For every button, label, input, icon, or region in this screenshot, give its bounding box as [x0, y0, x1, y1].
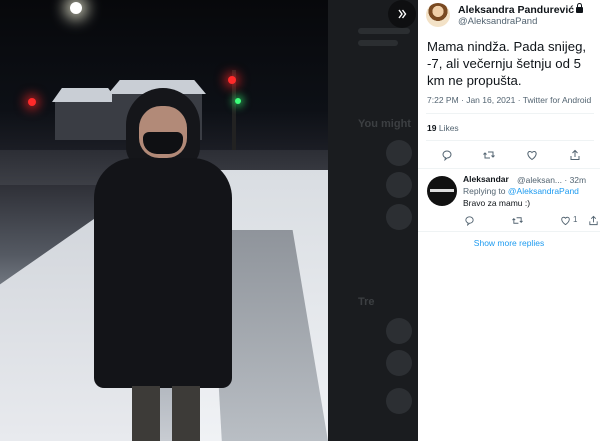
- tweet-author[interactable]: Aleksandra Pandurević @AleksandraPand: [426, 3, 596, 29]
- author-name-text: Aleksandra Pandurević: [458, 4, 575, 16]
- reply-author-handle[interactable]: @aleksan... · 32m: [517, 175, 586, 185]
- traffic-light-red: [228, 76, 236, 84]
- reply-like-button[interactable]: [559, 214, 571, 226]
- retweet-icon: [483, 151, 495, 159]
- tweet-actions: [436, 148, 586, 162]
- ghost-line: [358, 28, 410, 34]
- reply-text: Bravo za mamu :): [463, 198, 531, 208]
- ghost-avatar: [386, 204, 412, 230]
- reply-reply-button[interactable]: [463, 214, 475, 226]
- likes-count[interactable]: 19 Likes: [427, 123, 459, 133]
- share-icon: [588, 215, 598, 225]
- street-lamp: [70, 2, 82, 14]
- replying-prefix: Replying to: [463, 186, 506, 196]
- tweet-timestamp[interactable]: 7:22 PM · Jan 16, 2021 · Twitter for And…: [427, 95, 591, 105]
- likes-label: Likes: [438, 123, 459, 133]
- reply-tweet[interactable]: Aleksandar @aleksan... · 32m Replying to…: [418, 168, 600, 232]
- reply-actions: 1: [463, 214, 598, 226]
- tweet-text: Mama nindža. Pada snijeg, -7, ali večern…: [427, 39, 587, 88]
- ghost-avatar: [386, 350, 412, 376]
- traffic-light-red: [28, 98, 36, 106]
- divider: [426, 140, 594, 141]
- divider: [426, 113, 594, 114]
- next-image-button[interactable]: [388, 0, 416, 28]
- reply-share-button[interactable]: [587, 214, 599, 226]
- coat: [94, 158, 232, 388]
- ghost-sidebar-title: You might: [358, 118, 411, 130]
- reply-icon: [464, 215, 474, 226]
- person-in-winter-coat: [88, 88, 238, 441]
- boot: [172, 386, 200, 441]
- face-mask: [143, 132, 183, 154]
- author-name[interactable]: Aleksandra Pandurević: [458, 3, 584, 16]
- ghost-avatar: [386, 140, 412, 166]
- like-icon: [560, 216, 570, 225]
- like-button[interactable]: [525, 148, 539, 162]
- show-more-replies-link[interactable]: Show more replies: [418, 238, 600, 248]
- chevron-right-icon: [398, 9, 407, 19]
- retweet-button[interactable]: [482, 148, 496, 162]
- likes-number: 19: [427, 123, 437, 133]
- replying-to-mention[interactable]: @AleksandraPand: [508, 186, 579, 196]
- reply-button[interactable]: [440, 148, 454, 162]
- ghost-avatar: [386, 388, 412, 414]
- tweet-detail-panel: Aleksandra Pandurević @AleksandraPand Ma…: [418, 0, 600, 441]
- share-icon: [570, 149, 580, 160]
- lock-icon: [576, 3, 584, 13]
- ghost-avatar: [386, 172, 412, 198]
- dimmed-timeline-background: You might Tre: [328, 0, 418, 441]
- ghost-sidebar-title: Tre: [358, 296, 375, 308]
- author-avatar[interactable]: [426, 3, 450, 27]
- ghost-avatar: [386, 318, 412, 344]
- replying-to: Replying to @AleksandraPand: [463, 186, 579, 196]
- reply-author-avatar[interactable]: [427, 176, 457, 206]
- reply-author-name[interactable]: Aleksandar: [463, 174, 509, 184]
- retweet-icon: [511, 216, 523, 224]
- like-icon: [527, 150, 537, 161]
- reply-like-count: 1: [573, 215, 578, 224]
- reply-icon: [442, 150, 452, 161]
- ghost-line: [358, 40, 398, 46]
- boot: [132, 386, 160, 441]
- reply-retweet-button[interactable]: [511, 214, 523, 226]
- author-handle[interactable]: @AleksandraPand: [458, 16, 537, 27]
- photo-viewer: You might Tre: [0, 0, 418, 441]
- tweet-photo[interactable]: [0, 0, 328, 441]
- share-button[interactable]: [568, 148, 582, 162]
- avatar-graphic: [430, 189, 454, 192]
